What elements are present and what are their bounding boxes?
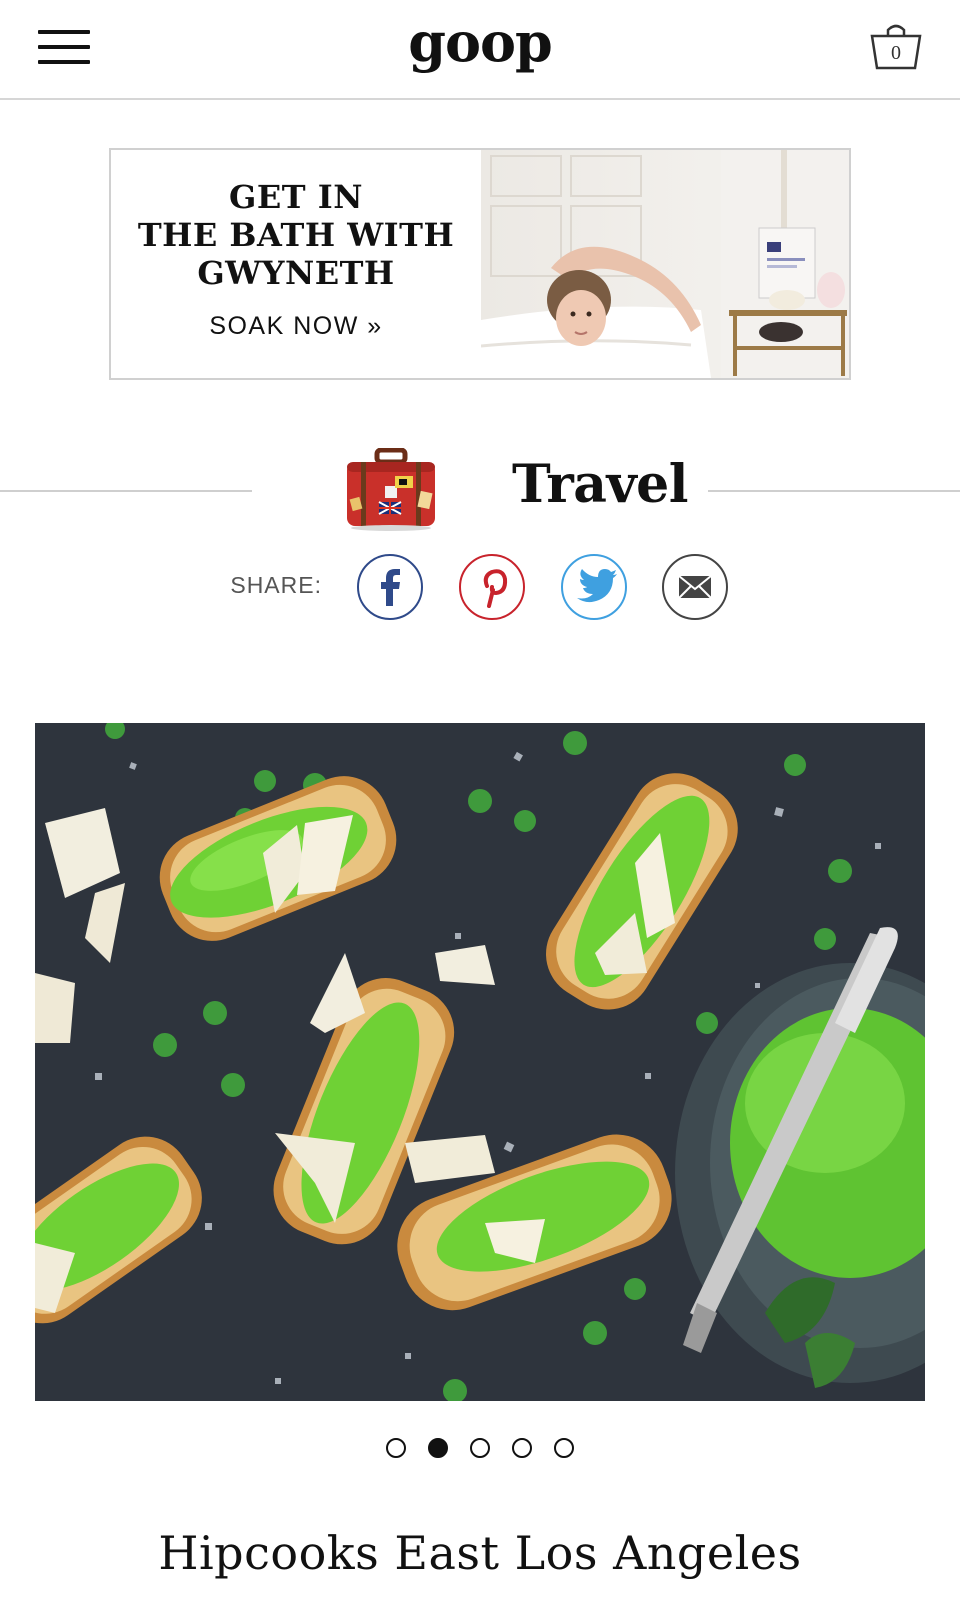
promo-headline: GET IN THE BATH WITH GWYNETH (137, 178, 455, 292)
share-label: SHARE: (230, 572, 322, 598)
carousel-dot-1[interactable] (386, 1438, 406, 1458)
pinterest-share-button[interactable] (459, 554, 525, 620)
shopping-bag-button[interactable]: 0 (868, 22, 924, 72)
article-title[interactable]: Hipcooks East Los Angeles (0, 1526, 960, 1580)
top-nav-bar: goop 0 (0, 0, 960, 100)
section-title[interactable]: Travel (500, 454, 700, 515)
promo-banner[interactable]: GET IN THE BATH WITH GWYNETH SOAK NOW » (109, 148, 851, 380)
carousel-dot-3[interactable] (470, 1438, 490, 1458)
hero-food-photo[interactable] (35, 723, 925, 1401)
facebook-icon (381, 569, 400, 606)
carousel-dot-2[interactable] (428, 1438, 448, 1458)
goop-logo[interactable]: goop (0, 10, 960, 74)
suitcase-icon (347, 448, 435, 531)
carousel-dot-5[interactable] (554, 1438, 574, 1458)
section-divider-right (708, 490, 960, 492)
promo-bath-photo (481, 150, 849, 378)
twitter-share-button[interactable] (561, 554, 627, 620)
carousel-pagination (0, 1438, 960, 1460)
email-share-button[interactable] (662, 554, 728, 620)
facebook-share-button[interactable] (357, 554, 423, 620)
soak-now-link[interactable]: SOAK NOW » (111, 312, 481, 341)
cart-count: 0 (891, 42, 901, 64)
section-divider-left (0, 490, 252, 492)
promo-banner-text: GET IN THE BATH WITH GWYNETH SOAK NOW » (111, 150, 481, 378)
twitter-icon (577, 569, 617, 603)
carousel-dot-4[interactable] (512, 1438, 532, 1458)
mail-icon (678, 575, 712, 599)
pinterest-icon (483, 569, 508, 608)
